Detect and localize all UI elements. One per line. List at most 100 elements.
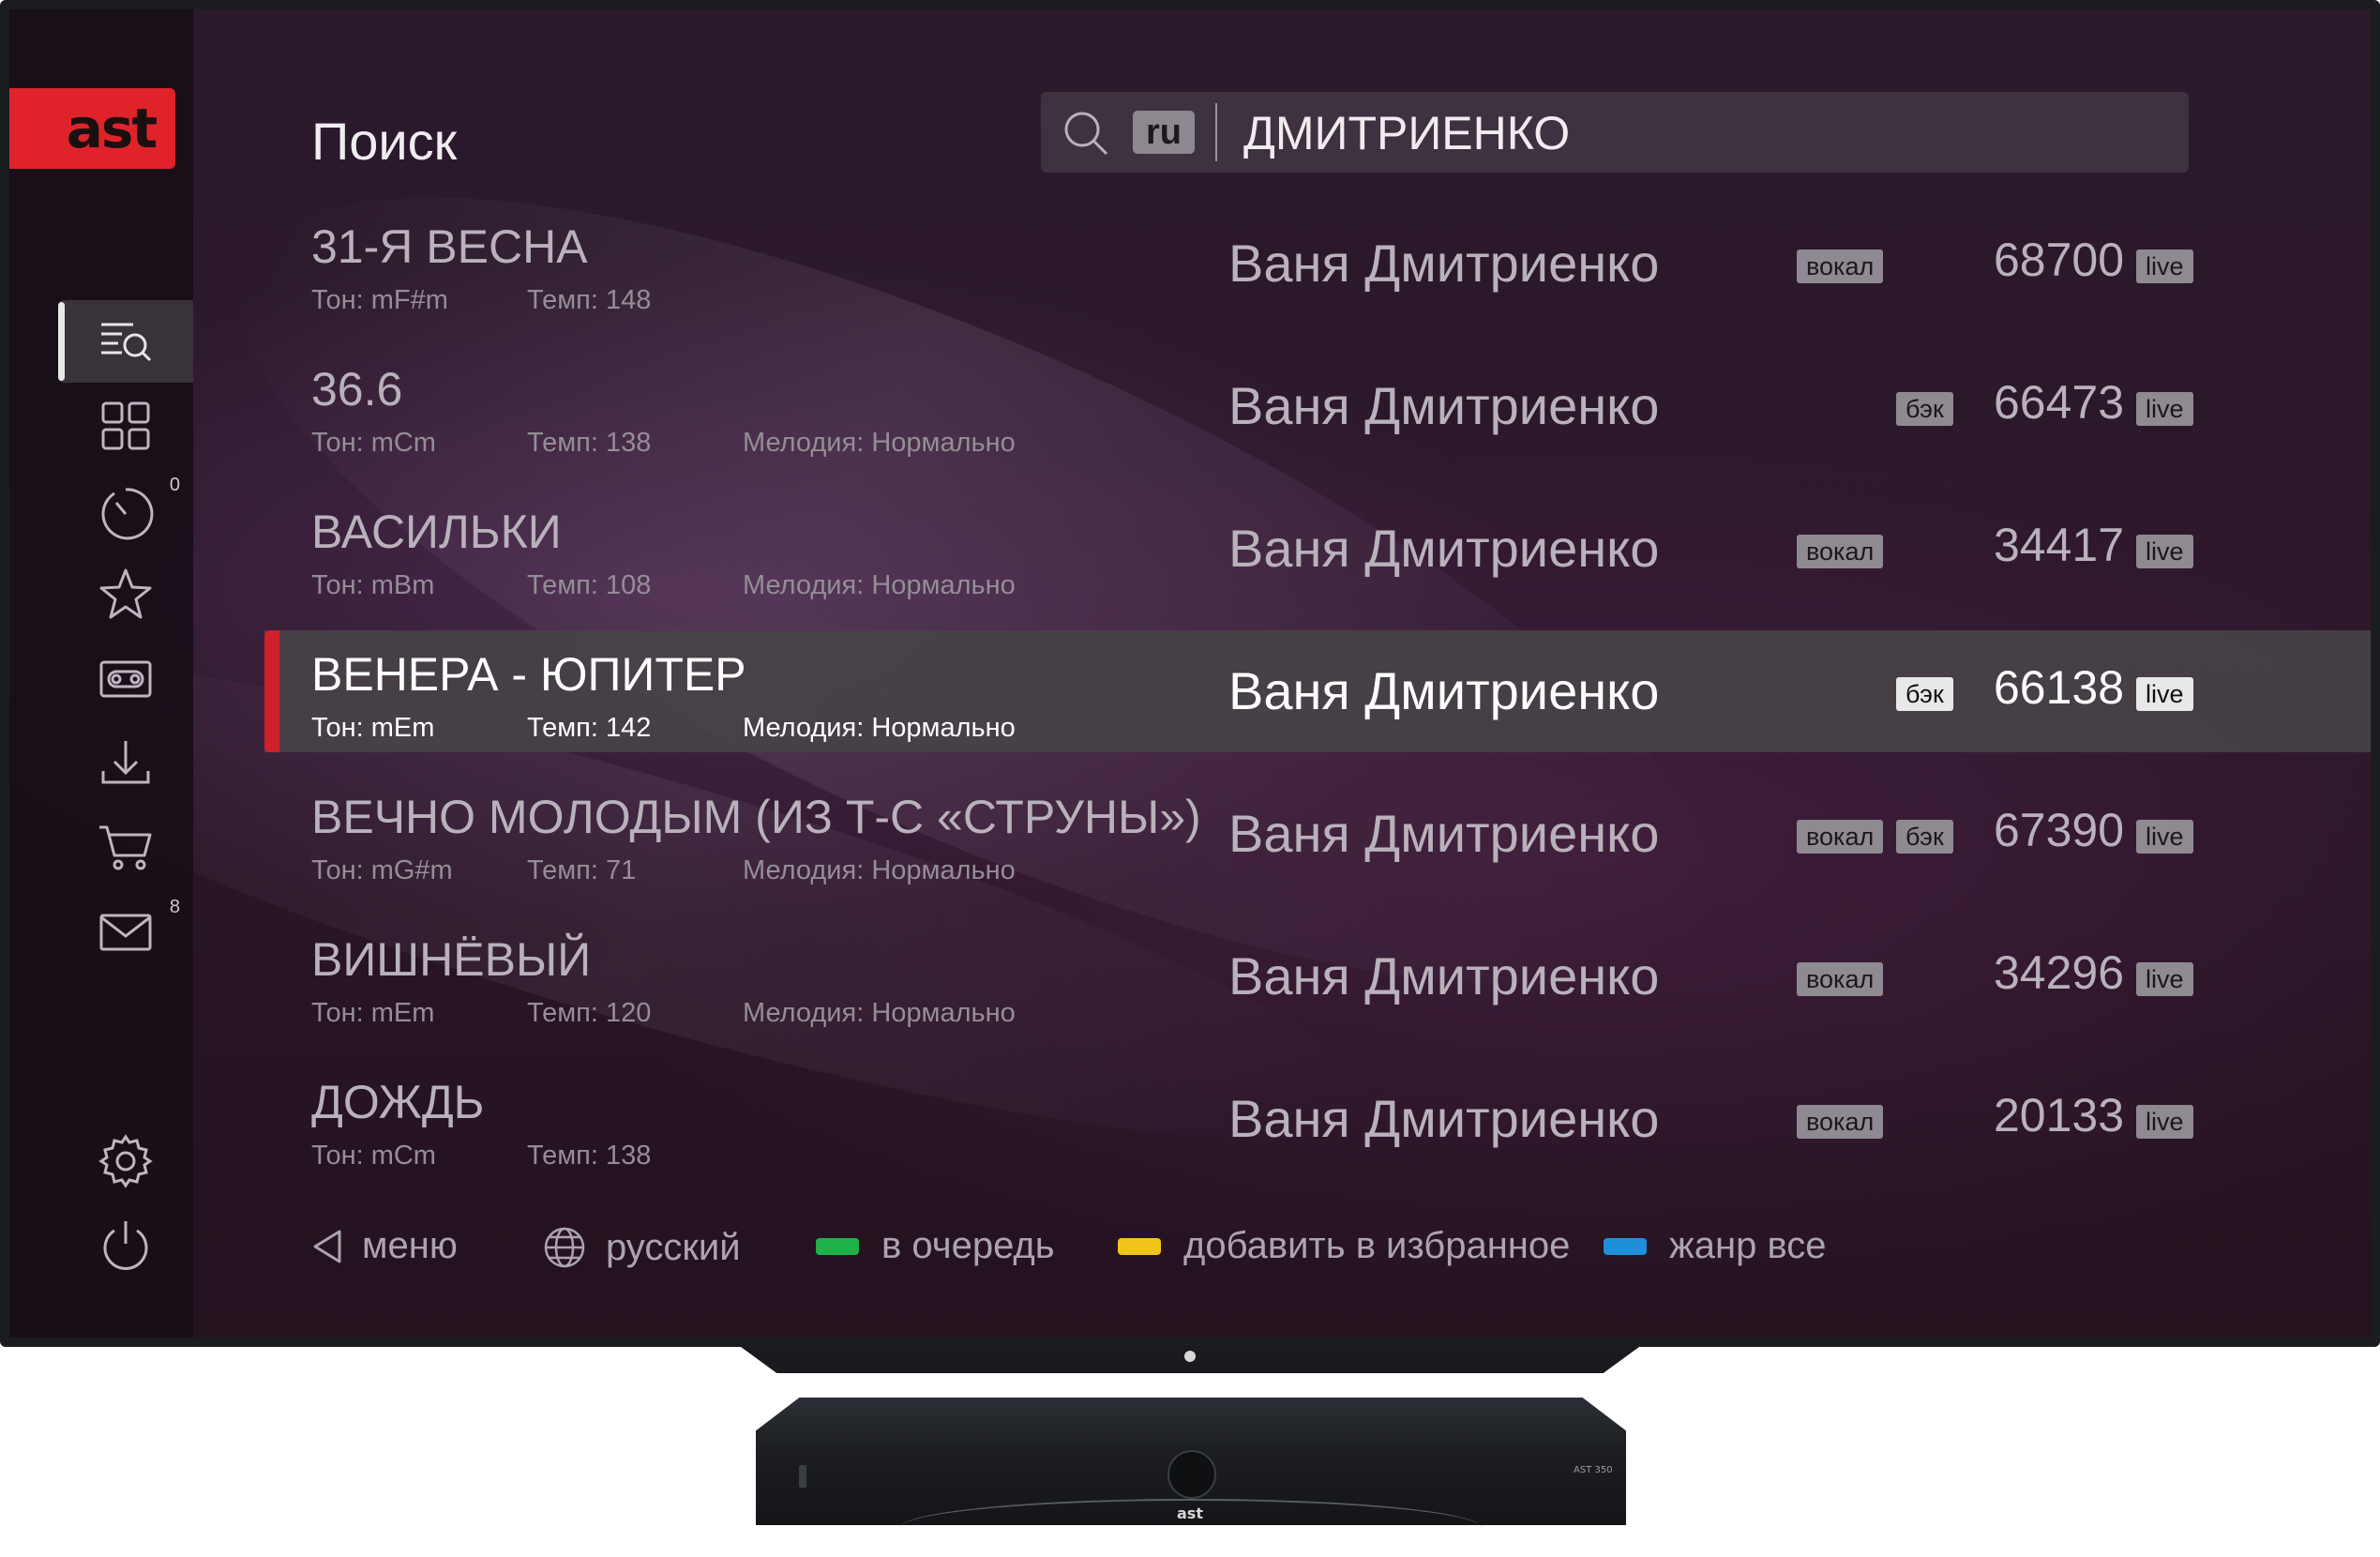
song-artist: Ваня Дмитриенко [1228,661,1660,720]
hint-add-to-favorites[interactable]: добавить в избранное [1118,1225,1570,1267]
search-language-badge[interactable]: ru [1133,111,1195,154]
sidebar-item-favorites[interactable] [58,553,193,636]
song-tempo: Темп: 142 [527,713,652,743]
song-artist: Ваня Дмитриенко [1228,804,1660,863]
live-tag: live [2136,249,2193,283]
song-title: 36.6 [311,363,403,416]
sidebar-item-downloads[interactable] [58,722,193,805]
vocal-tag: вокал [1797,820,1884,854]
live-tag: live [2136,535,2193,568]
song-artist: Ваня Дмитриенко [1228,376,1660,435]
song-tempo: Темп: 138 [527,428,652,458]
power-icon [103,1221,148,1270]
tv-screen: ast 0 8 Поиск ru ДМИТРИЕНКО 31-Я ВЕСНА Т… [9,9,2371,1338]
song-number: 34296 [1994,946,2125,999]
song-artist: Ваня Дмитриенко [1228,1089,1660,1148]
song-title: ВЕЧНО МОЛОДЫМ (ИЗ Т-С «СТРУНЫ») [311,791,1201,843]
song-artist: Ваня Дмитриенко [1228,946,1660,1005]
song-key: Тон: mG#m [311,855,453,885]
queue-count-badge: 0 [169,475,180,495]
song-tempo: Темп: 108 [527,570,652,600]
timer-icon [101,488,154,540]
song-title: ВЕНЕРА - ЮПИТЕР [311,648,746,701]
grid-icon [101,401,150,450]
song-key: Тон: mBm [311,570,435,600]
live-tag: live [2136,677,2193,711]
search-bar[interactable]: ru [1041,92,2189,173]
song-row[interactable]: ВЕЧНО МОЛОДЫМ (ИЗ Т-С «СТРУНЫ») Тон: mG#m… [264,773,2371,895]
yellow-key-icon [1118,1237,1161,1255]
hint-menu[interactable]: меню [311,1225,458,1267]
song-number: 66138 [1994,661,2125,714]
song-tempo: Темп: 138 [527,1141,652,1171]
sidebar: ast 0 8 [9,9,193,1338]
search-input[interactable] [1242,99,2164,167]
song-melody: Мелодия: Нормально [743,855,1016,885]
song-key: Тон: mCm [311,428,436,458]
song-key: Тон: mEm [311,713,435,743]
sidebar-item-shop[interactable] [58,807,193,889]
set-top-box-knob [1167,1450,1216,1499]
live-tag: live [2136,1105,2193,1139]
song-row[interactable]: 31-Я ВЕСНА Тон: mF#m Темп: 148 Ваня Дмитрие… [264,203,2371,325]
ast-logo: ast [9,88,175,169]
song-number: 34417 [1994,519,2125,571]
live-tag: live [2136,962,2193,996]
song-tempo: Темп: 148 [527,285,652,315]
song-key: Тон: mCm [311,1141,436,1171]
tv-power-led [1184,1351,1196,1362]
sidebar-item-recordings[interactable] [58,638,193,720]
song-melody: Мелодия: Нормально [743,998,1016,1028]
song-melody: Мелодия: Нормально [743,713,1016,743]
song-number: 67390 [1994,804,2125,856]
gear-icon [98,1134,153,1188]
song-artist: Ваня Дмитриенко [1228,234,1660,293]
live-tag: live [2136,820,2193,854]
song-melody: Мелодия: Нормально [743,570,1016,600]
hint-language[interactable]: русский [542,1225,741,1270]
sidebar-item-power[interactable] [58,1204,193,1287]
search-icon [1064,112,1108,156]
set-top-box-slot [799,1465,806,1488]
song-row[interactable]: ДОЖДЬ Тон: mCm Темп: 138 Ваня Дмитриенко вок… [264,1058,2371,1180]
hint-genre[interactable]: жанр все [1604,1225,1827,1267]
mail-icon [99,914,152,951]
song-title: ДОЖДЬ [311,1076,485,1128]
star-icon [99,568,152,619]
song-tempo: Темп: 120 [527,998,652,1028]
sidebar-item-queue[interactable]: 0 [58,469,193,552]
song-tempo: Темп: 71 [527,855,637,885]
live-tag: live [2136,392,2193,426]
song-row[interactable]: 36.6 Тон: mCm Темп: 138 Мелодия: Нормально В… [264,345,2371,467]
vocal-tag: вокал [1797,962,1884,996]
song-row[interactable]: ВАСИЛЬКИ Тон: mBm Темп: 108 Мелодия: Нормал… [264,488,2371,610]
set-top-box-logo: ast [1177,1504,1203,1522]
hint-add-to-queue[interactable]: в очередь [816,1225,1055,1267]
back-arrow-icon [313,1230,341,1262]
sidebar-item-messages[interactable]: 8 [58,891,193,974]
song-number: 20133 [1994,1089,2125,1141]
song-number: 66473 [1994,376,2125,429]
cart-icon [99,825,152,870]
green-key-icon [816,1237,859,1255]
backing-tag: бэк [1896,677,1953,711]
song-title: ВАСИЛЬКИ [311,506,562,558]
blue-key-icon [1604,1237,1647,1255]
backing-tag: бэк [1896,392,1953,426]
song-key: Тон: mEm [311,998,435,1028]
vocal-tag: вокал [1797,249,1884,283]
song-key: Тон: mF#m [311,285,448,315]
song-number: 68700 [1994,234,2125,286]
sidebar-item-catalog[interactable] [58,385,193,467]
song-row[interactable]: ВИШНЁВЫЙ Тон: mEm Темп: 120 Мелодия: Нормал… [264,915,2371,1037]
cassette-icon [99,660,152,698]
download-icon [101,741,150,784]
song-row-selected[interactable]: ВЕНЕРА - ЮПИТЕР Тон: mEm Темп: 142 Мелодия:… [264,630,2371,752]
search-divider [1215,103,1217,161]
vocal-tag: вокал [1797,535,1884,568]
sidebar-item-search[interactable] [58,300,193,383]
backing-tag: бэк [1896,820,1953,854]
song-title: 31-Я ВЕСНА [311,220,588,273]
page-title: Поиск [311,112,458,171]
sidebar-item-settings[interactable] [58,1120,193,1202]
